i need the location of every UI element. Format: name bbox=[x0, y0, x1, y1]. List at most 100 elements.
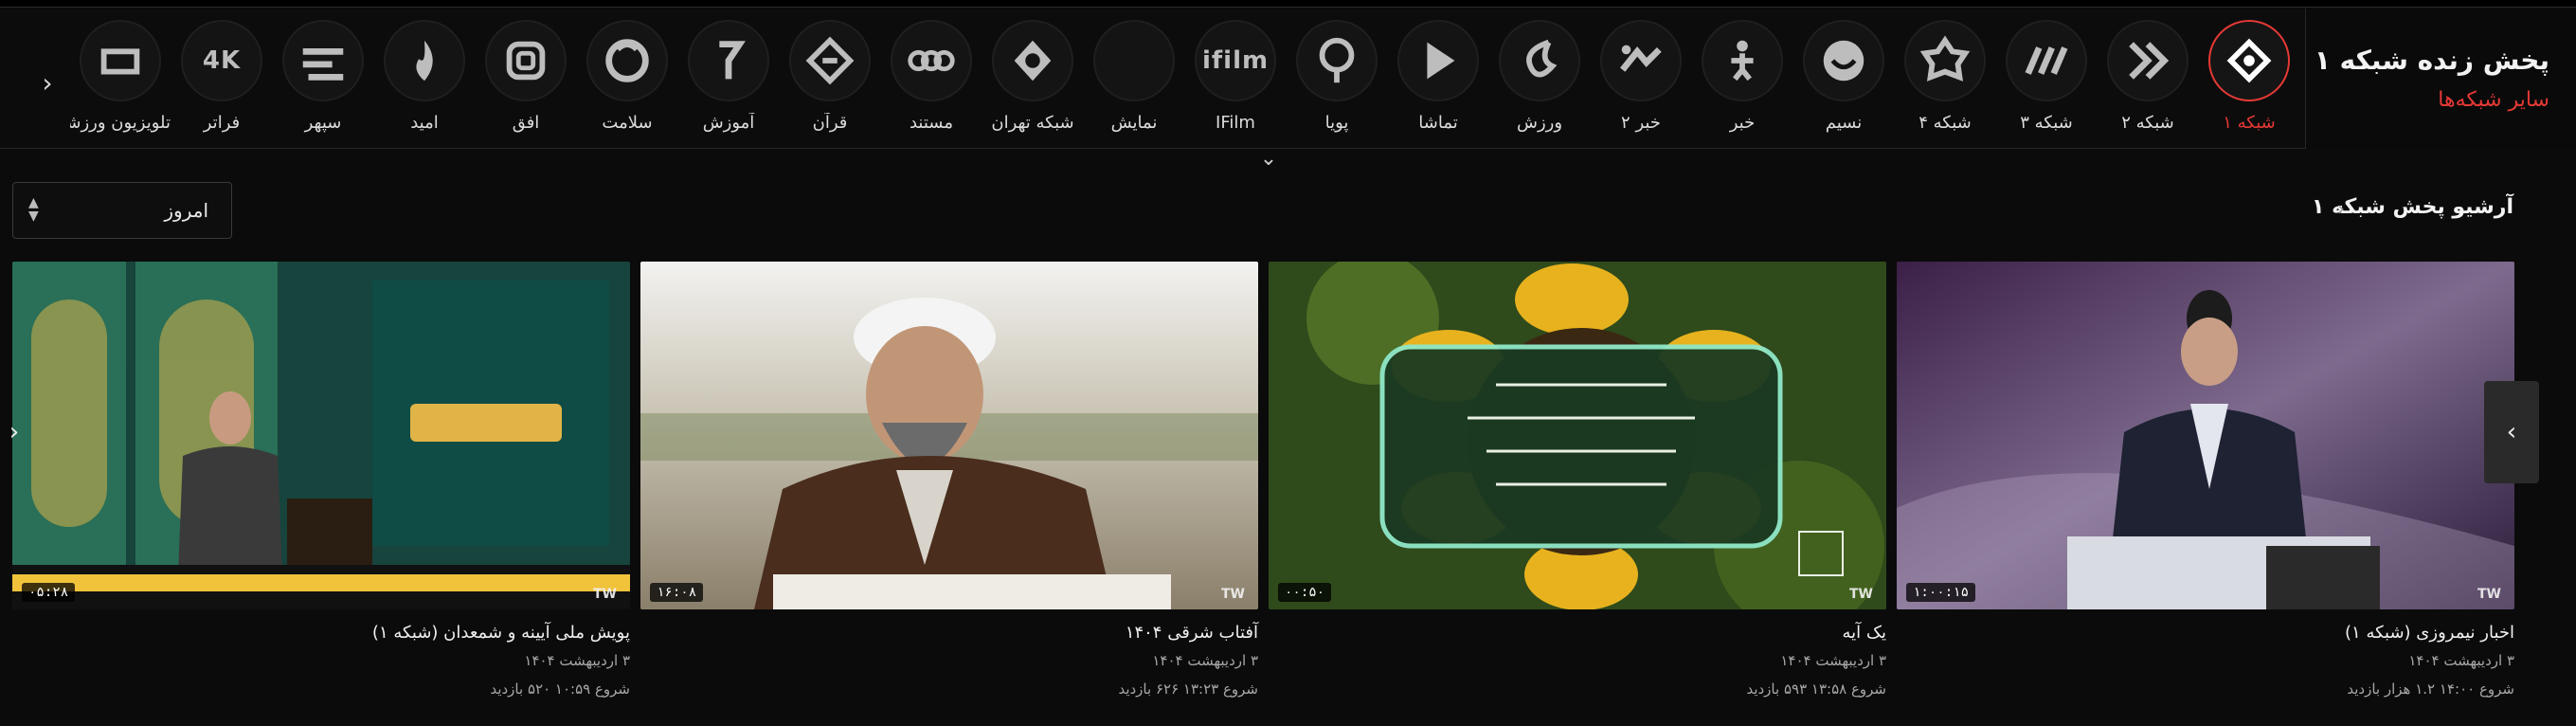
channel-item[interactable]: نسیم bbox=[1793, 9, 1894, 149]
channel-item[interactable]: ورزش bbox=[1489, 9, 1590, 149]
channel-item[interactable]: آموزش bbox=[678, 9, 779, 149]
channel-label: شبکه ۱ bbox=[2223, 113, 2276, 133]
channel3-logo-icon bbox=[2006, 20, 2087, 101]
sepehr-logo-icon bbox=[282, 20, 364, 101]
video-date: ۳ اردیبهشت ۱۴۰۴ bbox=[1152, 652, 1258, 669]
channel-item[interactable]: سپهر bbox=[273, 9, 373, 149]
channel-item[interactable]: 4K فراتر bbox=[171, 9, 272, 149]
carousel-prev-arrow-icon[interactable]: ‹ bbox=[0, 398, 28, 466]
video-thumbnail[interactable]: ۰۰:۵۰ TW bbox=[1269, 262, 1886, 609]
channel-item[interactable]: پویا bbox=[1287, 9, 1387, 149]
khabar-logo-icon bbox=[1702, 20, 1783, 101]
channel-label: فراتر bbox=[203, 113, 241, 133]
channel2-logo-icon bbox=[2107, 20, 2189, 101]
channel-label: تلویزیون ورزشی ۱ bbox=[70, 113, 171, 133]
video-thumbnail[interactable]: ۱۶:۰۸ TW bbox=[640, 262, 1258, 609]
live-title: پخش زنده شبکه ۱ bbox=[2314, 45, 2549, 76]
channel-label: خبر ۲ bbox=[1621, 113, 1661, 133]
channel-label: شبکه ۳ bbox=[2020, 113, 2073, 133]
ofogh-logo-icon bbox=[485, 20, 567, 101]
channel-label: سلامت bbox=[602, 113, 653, 133]
nasim-logo-icon bbox=[1803, 20, 1884, 101]
channel-logo-text: 4K bbox=[202, 46, 242, 75]
amouzesh-logo-icon bbox=[688, 20, 769, 101]
channel-item[interactable]: شبکه ۴ bbox=[1895, 9, 1995, 149]
quran-logo-icon bbox=[789, 20, 871, 101]
channel-item[interactable]: شبکه ۱ bbox=[2199, 9, 2299, 149]
duration-badge: ۱۶:۰۸ bbox=[650, 583, 704, 602]
duration-badge: ۰۵:۲۸ bbox=[22, 583, 76, 602]
channel-logo-text: ifilm bbox=[1201, 46, 1270, 75]
channel-item[interactable]: مستند bbox=[881, 9, 982, 149]
video-thumbnail[interactable]: ۱:۰۰:۱۵ TW bbox=[1897, 262, 2514, 609]
channel-item[interactable]: نمایش bbox=[1084, 9, 1184, 149]
video-card[interactable]: ۰۵:۲۸ TW پویش ملی آیینه و شمعدان (شبکه ۱… bbox=[12, 262, 630, 698]
channel-item[interactable]: امید bbox=[374, 9, 475, 149]
video-title[interactable]: پویش ملی آیینه و شمعدان (شبکه ۱) bbox=[12, 623, 630, 643]
channel-item[interactable]: ifilm IFilm bbox=[1185, 9, 1286, 149]
select-updown-icon: ▲ ▼ bbox=[28, 195, 39, 224]
carousel-next-arrow-icon[interactable]: › bbox=[2484, 381, 2539, 483]
channel-label: ورزش bbox=[1516, 113, 1563, 133]
video-start-views: شروع ۱۳:۲۳ ۶۲۶ بازدید bbox=[1118, 681, 1258, 698]
tamasha-logo-icon bbox=[1397, 20, 1479, 101]
duration-badge: ۱:۰۰:۱۵ bbox=[1906, 583, 1976, 602]
namayesh-logo-icon bbox=[1093, 20, 1175, 101]
video-start-views: شروع ۱۰:۵۹ ۵۲۰ بازدید bbox=[490, 681, 630, 698]
tehran-logo-icon bbox=[992, 20, 1073, 101]
channel-item[interactable]: تماشا bbox=[1388, 9, 1488, 149]
video-date: ۳ اردیبهشت ۱۴۰۴ bbox=[2408, 652, 2514, 669]
varzeshi-tv-logo-icon bbox=[80, 20, 161, 101]
video-card[interactable]: ۱:۰۰:۱۵ TW اخبار نیمروزی (شبکه ۱) ۳ اردی… bbox=[1897, 262, 2514, 698]
other-channels-link[interactable]: سایر شبکه‌ها bbox=[2438, 88, 2549, 112]
day-select[interactable]: امروز ▲ ▼ bbox=[12, 182, 232, 239]
channel-label: افق bbox=[512, 113, 540, 133]
duration-badge: ۰۰:۵۰ bbox=[1278, 583, 1332, 602]
channel-label: IFilm bbox=[1216, 113, 1255, 133]
watermark: TW bbox=[1849, 587, 1873, 602]
video-thumbnail[interactable]: ۰۵:۲۸ TW bbox=[12, 262, 630, 609]
channel-label: سپهر bbox=[304, 113, 342, 133]
video-date: ۳ اردیبهشت ۱۴۰۴ bbox=[1780, 652, 1886, 669]
channel-item[interactable]: شبکه ۲ bbox=[2098, 9, 2198, 149]
pouya-logo-icon bbox=[1296, 20, 1378, 101]
collapse-chevron-icon[interactable]: ⌄ bbox=[1252, 147, 1285, 171]
khabar2-logo-icon bbox=[1600, 20, 1682, 101]
channel-item[interactable]: خبر ۲ bbox=[1591, 9, 1691, 149]
channel-item[interactable]: شبکه ۳ bbox=[1996, 9, 2097, 149]
omid-logo-icon bbox=[384, 20, 465, 101]
salamat-logo-icon bbox=[586, 20, 668, 101]
channel-item[interactable]: سلامت bbox=[577, 9, 677, 149]
channel-label: شبکه ۴ bbox=[1918, 113, 1972, 133]
video-title[interactable]: اخبار نیمروزی (شبکه ۱) bbox=[1897, 623, 2514, 643]
channel-label: پویا bbox=[1324, 113, 1349, 133]
video-card[interactable]: ۱۶:۰۸ TW آفتاب شرقی ۱۴۰۴ ۳ اردیبهشت ۱۴۰۴… bbox=[640, 262, 1258, 698]
channel1-logo-icon bbox=[2208, 20, 2290, 101]
faratar-logo-icon: 4K bbox=[181, 20, 262, 101]
video-title[interactable]: یک آیه bbox=[1269, 623, 1886, 643]
video-start-views: شروع ۱۳:۵۸ ۵۹۳ بازدید bbox=[1746, 681, 1886, 698]
channel-item[interactable]: قرآن bbox=[780, 9, 880, 149]
video-date: ۳ اردیبهشت ۱۴۰۴ bbox=[524, 652, 630, 669]
channel-item[interactable]: خبر bbox=[1692, 9, 1792, 149]
channel-label: نمایش bbox=[1110, 113, 1158, 133]
video-card[interactable]: ۰۰:۵۰ TW یک آیه ۳ اردیبهشت ۱۴۰۴ شروع ۱۳:… bbox=[1269, 262, 1886, 698]
varzesh-logo-icon bbox=[1499, 20, 1580, 101]
channel-label: نسیم bbox=[1825, 113, 1863, 133]
video-title[interactable]: آفتاب شرقی ۱۴۰۴ bbox=[640, 623, 1258, 643]
channel-label: قرآن bbox=[812, 113, 848, 133]
day-select-value: امروز bbox=[164, 199, 208, 222]
live-channel-box: پخش زنده شبکه ۱ سایر شبکه‌ها bbox=[2305, 9, 2576, 149]
channel-item[interactable]: تلویزیون ورزشی ۱ bbox=[70, 9, 171, 149]
mostanad-logo-icon bbox=[891, 20, 972, 101]
archive-chevron-icon[interactable]: ‹ bbox=[2337, 197, 2345, 220]
channel-item[interactable]: شبکه تهران bbox=[982, 9, 1083, 149]
channel-header: پخش زنده شبکه ۱ سایر شبکه‌ها شبکه ۱ شبکه … bbox=[0, 9, 2576, 149]
watermark: TW bbox=[593, 587, 617, 602]
channels-next-arrow-icon[interactable]: ‹ bbox=[28, 64, 66, 101]
channel-item[interactable]: افق bbox=[476, 9, 576, 149]
channel-label: مستند bbox=[909, 113, 953, 133]
watermark: TW bbox=[1221, 587, 1245, 602]
watermark: TW bbox=[2477, 587, 2501, 602]
channel-label: آموزش bbox=[702, 113, 755, 133]
